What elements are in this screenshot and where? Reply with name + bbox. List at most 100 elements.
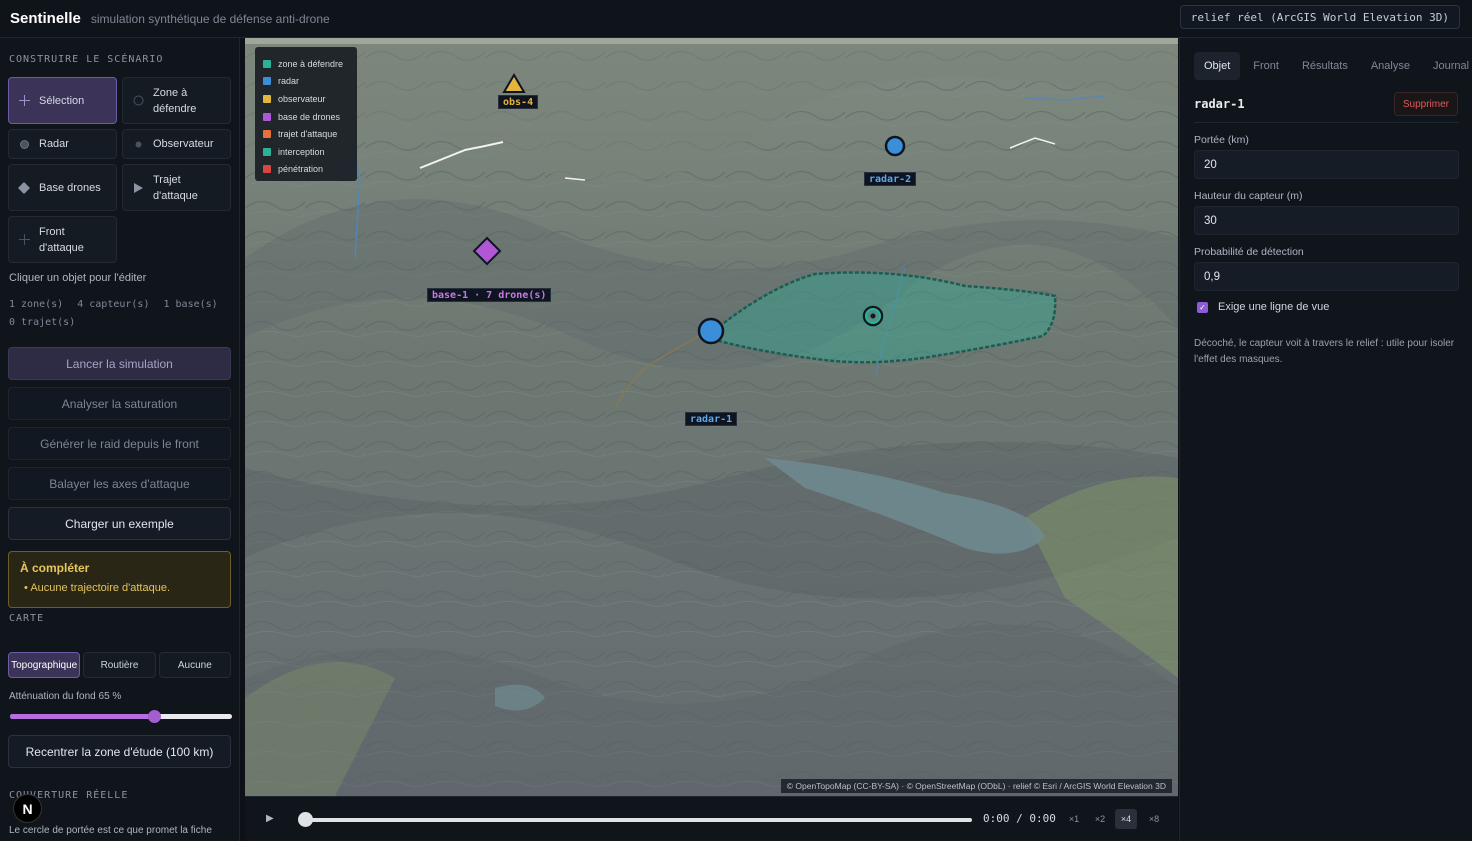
speed-x8[interactable]: ×8 bbox=[1143, 809, 1165, 829]
plus-icon bbox=[17, 234, 31, 245]
object-counts: 1 zone(s) 4 capteur(s) 1 base(s) 0 traje… bbox=[9, 296, 229, 332]
todo-item: • Aucune trajectoire d'attaque. bbox=[24, 582, 171, 594]
map-attribution: © OpenTopoMap (CC-BY-SA) · © OpenStreetM… bbox=[780, 779, 1172, 793]
n-avatar-badge[interactable]: N bbox=[13, 794, 42, 823]
speed-x4[interactable]: ×4 bbox=[1115, 809, 1137, 829]
scenario-section-title: CONSTRUIRE LE SCÉNARIO bbox=[9, 54, 164, 65]
tool-grid: Sélection Zone à défendre Radar Observat… bbox=[8, 77, 232, 263]
path-count: 0 trajet(s) bbox=[9, 317, 76, 328]
speed-x1[interactable]: ×1 bbox=[1063, 809, 1085, 829]
tool-observer[interactable]: Observateur bbox=[122, 129, 231, 159]
legend-item: interception bbox=[263, 143, 357, 161]
map-section-title: CARTE bbox=[9, 613, 45, 624]
map-style-topographic[interactable]: Topographique bbox=[8, 652, 81, 678]
tool-zone[interactable]: Zone à défendre bbox=[122, 77, 231, 124]
todo-box: À compléter • Aucune trajectoire d'attaq… bbox=[8, 551, 231, 608]
tab-object[interactable]: Objet bbox=[1194, 52, 1241, 80]
legend-item: zone à défendre bbox=[263, 55, 357, 73]
tool-label: Base drones bbox=[39, 181, 101, 194]
play-icon[interactable]: ▶ bbox=[266, 813, 274, 824]
delete-button[interactable]: Supprimer bbox=[1393, 92, 1458, 116]
tool-selection[interactable]: Sélection bbox=[8, 77, 117, 124]
analyze-saturation-button[interactable]: Analyser la saturation bbox=[8, 387, 231, 420]
diamond-icon bbox=[17, 181, 31, 194]
tool-label: Front d'attaque bbox=[39, 225, 84, 254]
app-header: Sentinelle simulation synthétique de déf… bbox=[0, 0, 1472, 38]
radar-1-label[interactable]: radar-1 bbox=[685, 412, 738, 426]
speed-x2[interactable]: ×2 bbox=[1089, 809, 1111, 829]
tool-radar[interactable]: Radar bbox=[8, 129, 117, 159]
attenuation-slider[interactable] bbox=[10, 710, 232, 723]
radar-2-label[interactable]: radar-2 bbox=[864, 172, 917, 186]
tab-front[interactable]: Front bbox=[1243, 52, 1289, 80]
coverage-text: Le cercle de portée est ce que promet la… bbox=[9, 825, 212, 836]
line-of-sight-checkbox[interactable]: ✓ bbox=[1197, 301, 1208, 313]
sweep-axes-button[interactable]: Balayer les axes d'attaque bbox=[8, 467, 231, 500]
base-count: 1 base(s) bbox=[163, 299, 218, 310]
right-panel: Objet Front Résultats Analyse Journal ra… bbox=[1179, 38, 1472, 841]
edit-hint: Cliquer un objet pour l'éditer bbox=[9, 272, 147, 284]
map-view[interactable]: zone à défendre radar observateur base d… bbox=[245, 38, 1178, 796]
tool-attack-path[interactable]: Trajet d'attaque bbox=[122, 164, 231, 211]
legend-item: base de drones bbox=[263, 108, 357, 126]
panel-tabs: Objet Front Résultats Analyse Journal bbox=[1194, 52, 1472, 80]
tool-drone-base[interactable]: Base drones bbox=[8, 164, 117, 211]
recenter-button[interactable]: Recentrer la zone d'étude (100 km) bbox=[8, 735, 231, 768]
map-legend: zone à défendre radar observateur base d… bbox=[255, 47, 357, 181]
circle-outline-icon bbox=[131, 95, 145, 106]
map-style-none[interactable]: Aucune bbox=[158, 652, 231, 678]
observer-dot-icon bbox=[131, 140, 145, 149]
range-label: Portée (km) bbox=[1194, 134, 1249, 146]
generate-raid-button[interactable]: Générer le raid depuis le front bbox=[8, 427, 231, 460]
legend-swatch bbox=[263, 77, 271, 86]
base-1-label[interactable]: base-1 · 7 drone(s) bbox=[427, 288, 552, 302]
obs-4-label[interactable]: obs-4 bbox=[498, 95, 539, 109]
tab-results[interactable]: Résultats bbox=[1292, 52, 1358, 80]
legend-swatch bbox=[263, 59, 271, 68]
left-sidebar: CONSTRUIRE LE SCÉNARIO Sélection Zone à … bbox=[0, 38, 240, 841]
map-style-tabs: Topographique Routière Aucune bbox=[8, 652, 231, 678]
legend-label: zone à défendre bbox=[278, 58, 344, 69]
legend-item: observateur bbox=[263, 90, 357, 108]
range-input[interactable]: 20 bbox=[1194, 150, 1459, 179]
line-of-sight-row[interactable]: ✓ Exige une ligne de vue bbox=[1197, 301, 1329, 313]
timeline-time: 0:00 / 0:00 bbox=[983, 812, 1056, 825]
attenuation-slider-thumb[interactable] bbox=[148, 710, 162, 723]
legend-item: radar bbox=[263, 73, 357, 91]
tool-attack-front[interactable]: Front d'attaque bbox=[8, 216, 117, 263]
timeline-track[interactable] bbox=[300, 818, 972, 822]
sensor-height-label: Hauteur du capteur (m) bbox=[1194, 190, 1303, 202]
timeline-thumb[interactable] bbox=[298, 812, 313, 827]
sensor-height-input[interactable]: 30 bbox=[1194, 206, 1459, 235]
sensor-count: 4 capteur(s) bbox=[77, 299, 150, 310]
todo-title: À compléter bbox=[20, 561, 90, 575]
legend-swatch bbox=[263, 94, 271, 103]
legend-label: trajet d'attaque bbox=[278, 129, 338, 140]
attenuation-label: Atténuation du fond 65 % bbox=[9, 691, 122, 702]
legend-label: interception bbox=[278, 146, 325, 157]
radar-1-marker[interactable] bbox=[697, 317, 725, 345]
app-subtitle: simulation synthétique de défense anti-d… bbox=[90, 11, 330, 26]
terrain-source-badge[interactable]: relief réel (ArcGIS World Elevation 3D) bbox=[1179, 5, 1460, 29]
zone-center-dot bbox=[870, 313, 876, 319]
play-triangle-icon bbox=[131, 182, 145, 193]
legend-item: trajet d'attaque bbox=[263, 125, 357, 143]
load-example-button[interactable]: Charger un exemple bbox=[8, 507, 231, 540]
tool-label: Sélection bbox=[39, 94, 85, 107]
panel-divider bbox=[1194, 122, 1459, 123]
tab-log[interactable]: Journal bbox=[1423, 52, 1472, 80]
legend-swatch bbox=[263, 112, 271, 121]
crosshair-icon bbox=[17, 95, 31, 106]
legend-label: observateur bbox=[278, 93, 326, 104]
legend-label: base de drones bbox=[278, 111, 341, 122]
tab-analysis[interactable]: Analyse bbox=[1361, 52, 1420, 80]
timeline-bar: ▶ 0:00 / 0:00 ×1 ×2 ×4 ×8 bbox=[245, 796, 1178, 841]
map-style-road[interactable]: Routière bbox=[83, 652, 156, 678]
legend-swatch bbox=[263, 130, 271, 139]
radar-2-marker[interactable] bbox=[884, 135, 906, 157]
line-of-sight-label: Exige une ligne de vue bbox=[1218, 301, 1330, 313]
run-simulation-button[interactable]: Lancer la simulation bbox=[8, 347, 231, 380]
tool-label: Radar bbox=[39, 138, 69, 150]
detection-probability-input[interactable]: 0,9 bbox=[1194, 262, 1459, 291]
todo-item-text: Aucune trajectoire d'attaque. bbox=[30, 582, 171, 594]
